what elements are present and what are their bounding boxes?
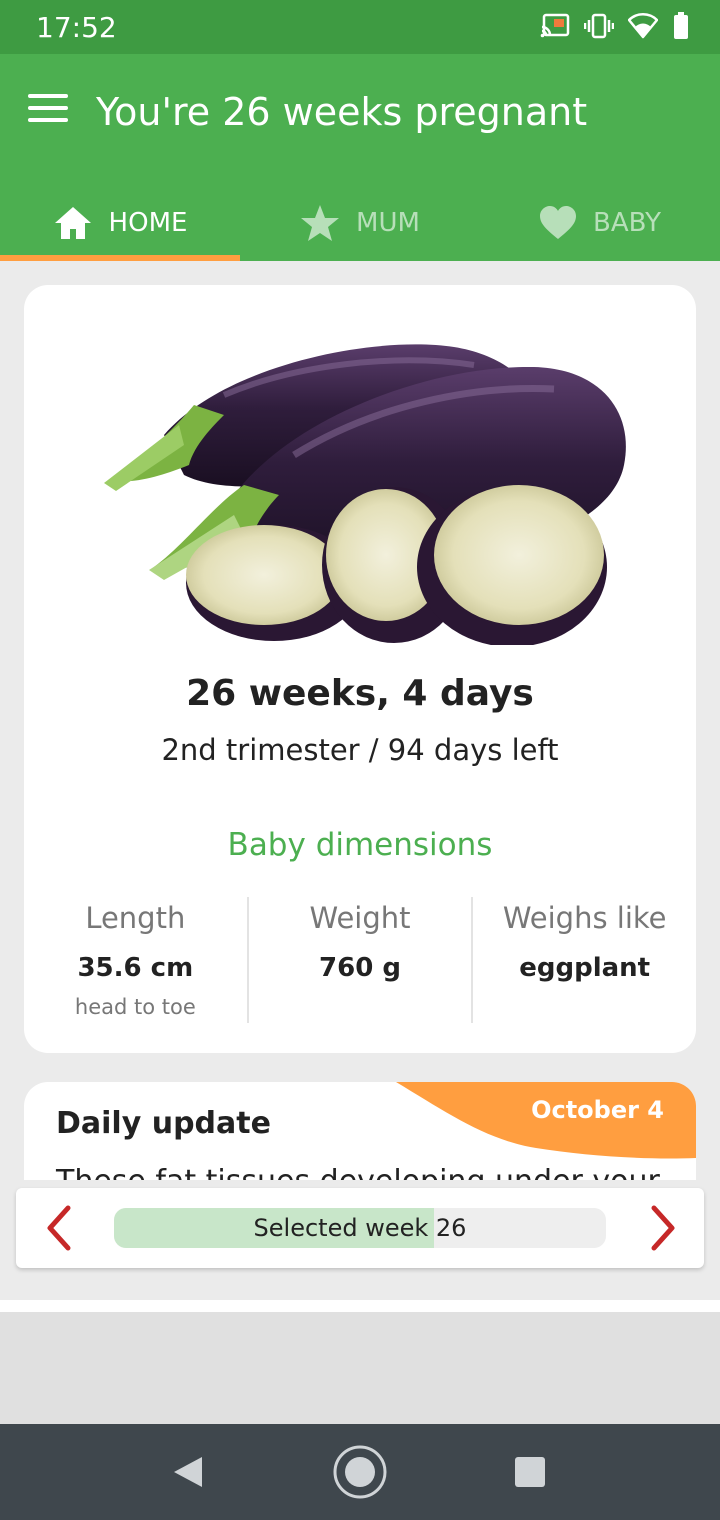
daily-update-card[interactable]: October 4 Daily update These fat tissues…	[24, 1082, 696, 1180]
app-bar: You're 26 weeks pregnant HOME MUM BABY	[0, 54, 720, 261]
tab-mum-label: MUM	[356, 207, 420, 238]
dimension-length: Length 35.6 cm head to toe	[24, 897, 247, 1023]
selected-week-label: Selected week 26	[253, 1214, 467, 1242]
home-icon	[54, 206, 91, 239]
previous-week-button[interactable]	[38, 1204, 82, 1252]
wifi-icon	[628, 13, 658, 39]
system-nav-bar	[0, 1424, 720, 1520]
menu-icon-line	[28, 106, 68, 110]
tab-baby-label: BABY	[593, 207, 661, 238]
week-selector: Selected week 26	[16, 1188, 704, 1268]
dimension-value: 35.6 cm	[77, 953, 194, 983]
heart-icon	[540, 205, 577, 239]
daily-update-snippet: These fat tissues developing under your	[56, 1164, 660, 1180]
dimension-label: Weight	[309, 901, 411, 935]
daily-update-date: October 4	[531, 1096, 664, 1124]
dimension-label: Length	[85, 901, 186, 935]
tab-baby[interactable]: BABY	[480, 184, 720, 261]
menu-icon-line	[28, 118, 68, 122]
tab-home[interactable]: HOME	[0, 184, 240, 261]
menu-icon-line	[28, 94, 68, 98]
back-triangle-icon	[174, 1457, 202, 1487]
chevron-right-icon	[651, 1205, 675, 1251]
battery-icon	[674, 12, 688, 39]
dimensions-title: Baby dimensions	[227, 827, 493, 863]
chevron-left-icon	[47, 1205, 71, 1251]
home-circle-icon	[333, 1445, 387, 1499]
status-time: 17:52	[36, 11, 117, 44]
back-button[interactable]	[160, 1444, 216, 1500]
content-bottom-edge	[0, 1300, 720, 1312]
dimensions-row: Length 35.6 cm head to toe Weight 760 g …	[24, 897, 696, 1023]
recents-square-icon	[515, 1457, 545, 1487]
eggplant-illustration	[104, 344, 626, 645]
dimension-value: eggplant	[519, 953, 651, 983]
status-icons	[540, 12, 690, 40]
week-headline: 26 weeks, 4 days	[186, 673, 534, 714]
status-bar: 17:52	[0, 0, 720, 54]
tab-mum[interactable]: MUM	[240, 184, 480, 261]
week-card: 26 weeks, 4 days 2nd trimester / 94 days…	[24, 285, 696, 1053]
tab-bar: HOME MUM BABY	[0, 184, 720, 261]
daily-update-title: Daily update	[56, 1106, 271, 1141]
star-icon	[301, 204, 340, 241]
next-week-button[interactable]	[640, 1204, 684, 1252]
menu-button[interactable]	[28, 94, 68, 126]
empty-area	[0, 1312, 720, 1424]
home-button[interactable]	[332, 1444, 388, 1500]
tab-home-label: HOME	[108, 207, 188, 238]
app-title: You're 26 weeks pregnant	[96, 90, 588, 134]
dimension-weighs-like: Weighs like eggplant	[471, 897, 696, 1023]
dimension-label: Weighs like	[502, 901, 667, 935]
dimension-sub: head to toe	[74, 995, 196, 1019]
trimester-text: 2nd trimester / 94 days left	[161, 733, 559, 767]
week-progress-bar: Selected week 26	[114, 1208, 606, 1248]
dimension-weight: Weight 760 g	[246, 897, 472, 1023]
vibrate-icon	[584, 13, 614, 39]
dimension-value: 760 g	[319, 953, 401, 983]
recents-button[interactable]	[502, 1444, 558, 1500]
active-tab-indicator	[0, 255, 240, 261]
cast-icon	[540, 13, 570, 38]
